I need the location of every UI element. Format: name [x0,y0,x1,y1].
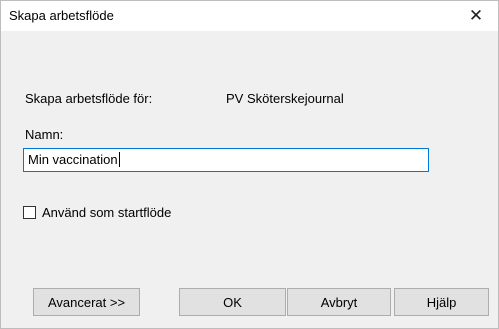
start-flow-checkbox[interactable] [23,206,36,219]
workflow-for-label: Skapa arbetsflöde för: [25,91,153,106]
close-icon: ✕ [468,6,484,25]
cancel-button[interactable]: Avbryt [287,288,391,316]
name-input-value: Min vaccination [28,152,118,167]
name-input[interactable]: Min vaccination [23,148,429,172]
help-button[interactable]: Hjälp [394,288,489,316]
workflow-for-value: PV Sköterskejournal [226,91,344,106]
advanced-button[interactable]: Avancerat >> [33,288,140,316]
text-caret [118,152,120,167]
dialog-title: Skapa arbetsflöde [9,8,114,23]
create-workflow-dialog: Skapa arbetsflöde ✕ Skapa arbetsflöde fö… [0,0,499,329]
start-flow-label: Använd som startflöde [42,205,172,220]
name-label: Namn: [25,127,64,142]
ok-button[interactable]: OK [179,288,286,316]
close-button[interactable]: ✕ [454,1,498,31]
title-bar: Skapa arbetsflöde ✕ [1,1,498,31]
start-flow-option[interactable]: Använd som startflöde [23,205,171,220]
